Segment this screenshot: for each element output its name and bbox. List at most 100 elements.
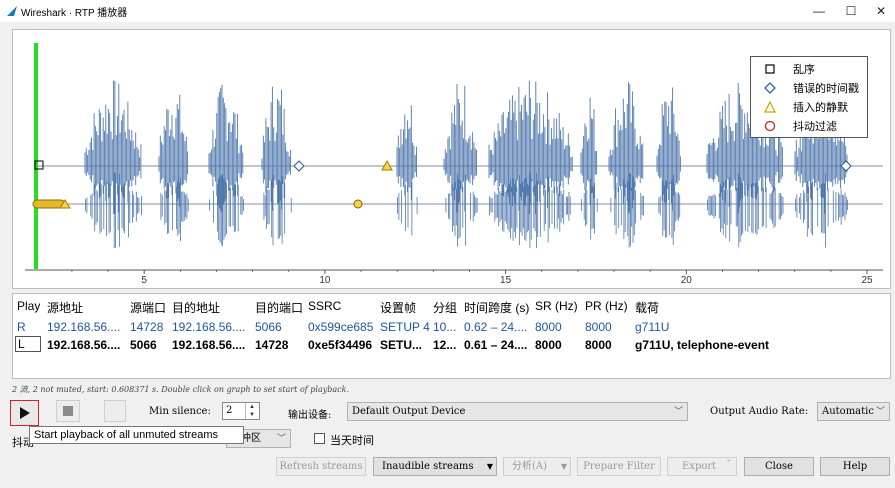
col-setup-frame[interactable]: 设置帧 [380,299,416,316]
legend-inserted-silence: 插入的静默 [751,97,867,117]
col-time-span[interactable]: 时间跨度 (s) [464,299,529,316]
legend-out-of-sequence: 乱序 [751,59,867,79]
x-tick-label: 25 [861,275,873,286]
col-packets[interactable]: 分组 [433,299,457,316]
col-payload[interactable]: 载荷 [635,299,659,316]
wrong-timestamp-marker [840,160,852,172]
cell-dst-addr: 192.168.56.... [172,320,246,334]
wireshark-fin-icon [7,6,17,16]
col-src-addr[interactable]: 源地址 [47,299,83,316]
pause-button[interactable] [104,400,126,422]
cell-sr: 8000 [535,320,562,334]
playback-cursor [34,43,38,269]
col-dst-addr[interactable]: 目的地址 [172,299,220,316]
spin-arrows-icon[interactable]: ▲ ▼ [245,403,258,419]
output-device-label: 输出设备: [288,410,332,421]
output-rate-select[interactable]: Automatic ﹀ [817,402,890,421]
close-button[interactable]: Close [744,457,814,476]
export-label: Export [682,461,717,472]
graph-legend: 乱序 错误的时间戳 插入的静默 抖动过滤 [750,56,868,138]
cell-sr: 8000 [535,338,562,352]
cell-packets: 12... [433,338,457,352]
col-play[interactable]: Play [17,299,40,313]
cell-payload: g711U [635,320,670,334]
chevron-down-icon: ﹀ [276,434,286,444]
stop-button[interactable] [56,400,80,422]
chevron-down-icon: ﹀ [673,407,683,417]
cell-dst-port: 14728 [255,338,289,352]
waveform-graph[interactable]: 5 10 15 20 25 乱序 错误的时间戳 插入的静默 抖动过滤 [12,29,891,289]
cell-play: L [15,336,41,352]
wrong-timestamp-marker [293,160,305,172]
diamond-icon [764,82,776,94]
play-button[interactable] [10,400,39,426]
legend-label: 错误的时间戳 [793,83,859,95]
help-button[interactable]: Help [820,457,890,476]
close-window-button[interactable]: ✕ [866,1,895,21]
jitter-drop-marker [353,199,363,209]
cell-dst-port: 5066 [255,320,282,334]
today-checkbox[interactable] [314,433,325,444]
dropdown-arrow-icon: ▼ [486,462,493,471]
waveform-trace [84,80,848,248]
inaudible-streams-button[interactable]: Inaudible streams ▼ [373,457,497,476]
cell-pr: 8000 [585,320,612,334]
col-ssrc[interactable]: SSRC [308,299,341,313]
output-rate-label: Output Audio Rate: [710,406,809,417]
dropdown-arrow-icon: ▼ [560,462,567,471]
cell-dst-addr: 192.168.56.... [172,338,246,352]
col-dst-port[interactable]: 目的端口 [255,299,303,316]
square-icon [765,64,775,74]
legend-label: 抖动过滤 [793,121,837,133]
col-pr[interactable]: PR (Hz) [585,299,628,313]
x-tick-label: 5 [141,275,147,286]
cell-setup-frame: SETU... [380,338,423,352]
x-tick-label: 20 [681,275,693,286]
cell-setup-frame: SETUP 4 [380,320,430,334]
stream-table[interactable]: Play 源地址 源端口 目的地址 目的端口 SSRC 设置帧 分组 时间跨度 … [12,293,891,379]
cell-src-port: 5066 [130,338,157,352]
cell-time-span: 0.62 – 24.... [464,320,528,334]
circle-icon [764,120,776,132]
legend-label: 插入的静默 [793,102,848,114]
min-silence-spinbox[interactable]: 2 ▲ ▼ [222,402,260,420]
status-text: 2 流, 2 not muted, start: 0.608371 s. Dou… [12,385,349,394]
output-device-value: Default Output Device [352,406,466,417]
cell-ssrc: 0x599ce685 [308,320,374,334]
analyze-label: 分析(A) [512,461,548,472]
x-tick-label: 10 [319,275,331,286]
cell-play: R [17,320,26,334]
title-bar: Wireshark · RTP 播放器 — ☐ ✕ [0,0,895,22]
inserted-silence-marker [381,159,393,171]
refresh-streams-button[interactable]: Refresh streams [276,457,366,476]
cell-ssrc: 0xe5f34496 [308,338,373,352]
analyze-button[interactable]: 分析(A) ▼ [503,457,571,476]
min-silence-value: 2 [226,405,233,416]
prepare-filter-button[interactable]: Prepare Filter [577,457,661,476]
stop-icon [63,406,73,416]
col-src-port[interactable]: 源端口 [130,299,166,316]
cell-packets: 10... [433,320,457,334]
output-device-select[interactable]: Default Output Device ﹀ [347,402,688,421]
legend-jitter-drop: 抖动过滤 [751,116,867,136]
x-tick-label: 15 [500,275,512,286]
legend-wrong-timestamp: 错误的时间戳 [751,78,867,98]
chevron-down-icon: ˅ [726,460,732,470]
inaudible-streams-label: Inaudible streams [382,461,474,472]
col-sr[interactable]: SR (Hz) [535,299,578,313]
cell-src-addr: 192.168.56.... [47,320,121,334]
legend-label: 乱序 [793,64,815,76]
today-label: 当天时间 [330,435,374,447]
min-silence-label: Min silence: [149,406,211,417]
cell-pr: 8000 [585,338,612,352]
cell-payload: g711U, telephone-event [635,338,770,352]
output-rate-value: Automatic [822,406,874,417]
maximize-button[interactable]: ☐ [836,1,866,21]
cell-src-port: 14728 [130,320,164,334]
export-button[interactable]: Export ˅ [667,457,737,476]
triangle-icon [764,100,776,113]
minimize-button[interactable]: — [804,1,834,21]
window-title: Wireshark · RTP 播放器 [21,8,128,19]
cell-src-addr: 192.168.56.... [47,338,121,352]
play-tooltip: Start playback of all unmuted streams [29,426,244,444]
